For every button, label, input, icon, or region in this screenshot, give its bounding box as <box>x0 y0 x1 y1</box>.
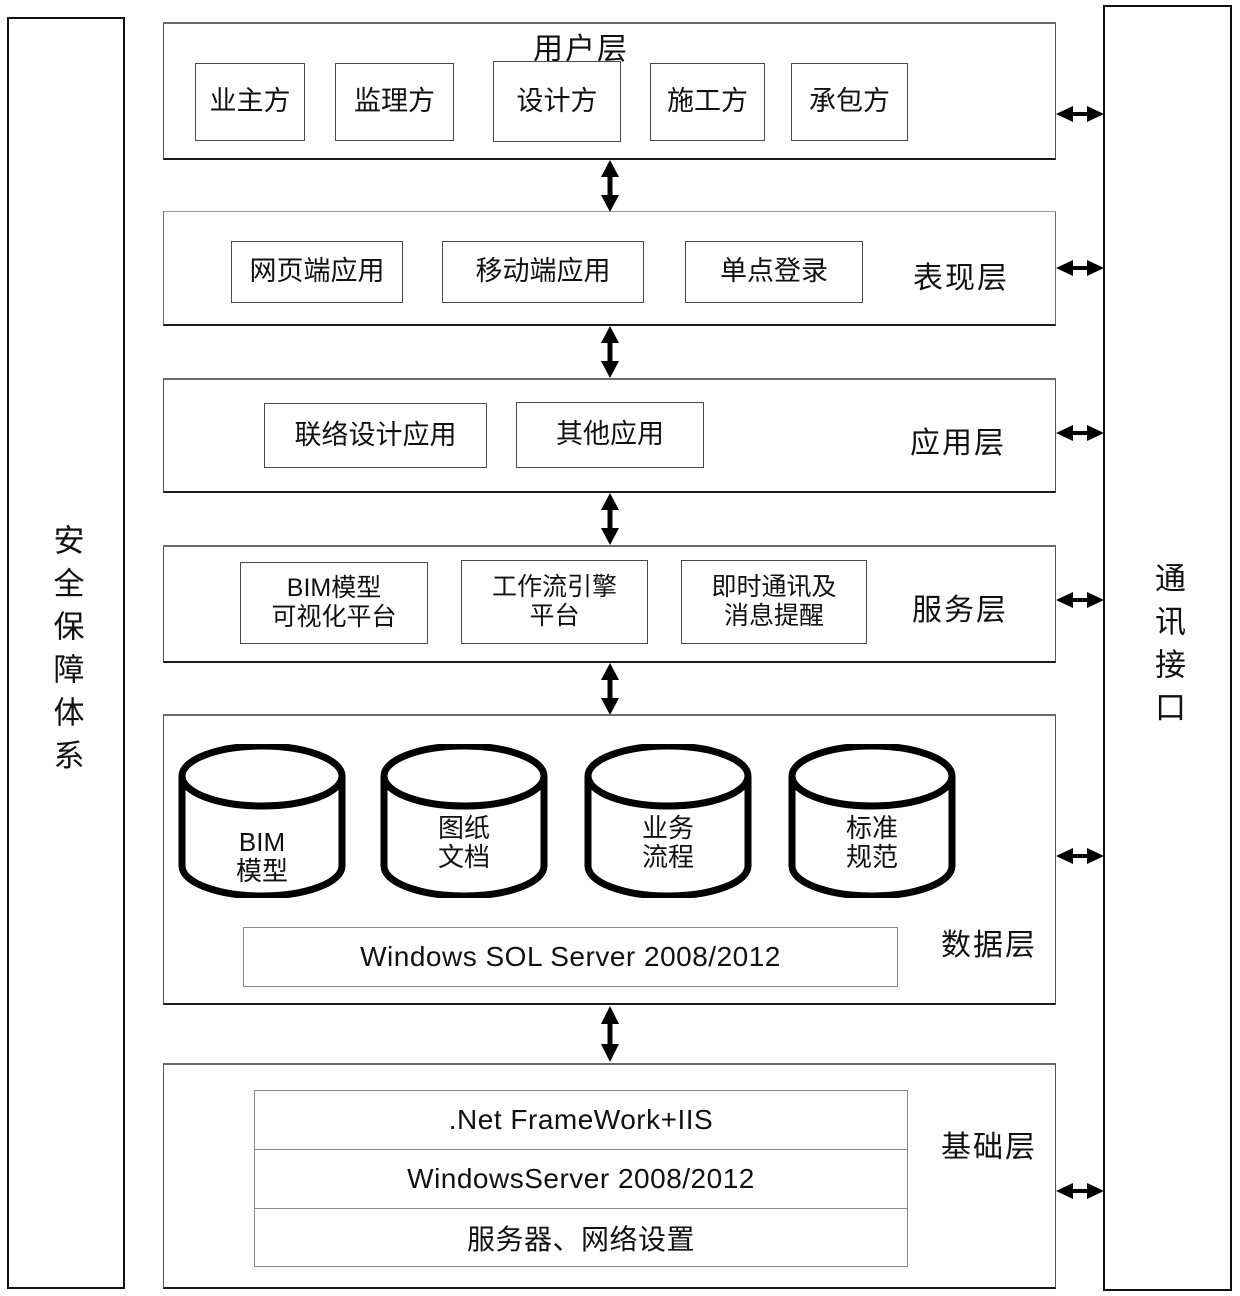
double-headed-horizontal-arrow-user <box>1056 101 1104 127</box>
data-cylinder-standard-specification[interactable]: 标准 规范 <box>786 744 958 898</box>
left-pillar-label: 安全保障体系 <box>48 524 84 782</box>
user-item-constructor[interactable]: 施工方 <box>650 63 765 141</box>
application-item-liaison-design[interactable]: 联络设计应用 <box>264 403 487 468</box>
data-cylinder-bim-model[interactable]: BIM 模型 <box>176 744 348 898</box>
service-item-bim-visualization[interactable]: BIM模型 可视化平台 <box>240 562 428 644</box>
user-item-supervisor[interactable]: 监理方 <box>335 63 454 141</box>
foundation-row-server-network-label: 服务器、网络设置 <box>466 1223 695 1255</box>
double-headed-vertical-arrow-service-data <box>596 663 624 715</box>
presentation-item-mobile-app-label: 移动端应用 <box>475 256 611 287</box>
data-cylinder-business-process[interactable]: 业务 流程 <box>582 744 754 898</box>
data-cylinder-drawing-document[interactable]: 图纸 文档 <box>378 744 550 898</box>
foundation-row-windows-server-label: WindowsServer 2008/2012 <box>407 1163 755 1194</box>
service-item-bim-visualization-label: BIM模型 可视化平台 <box>271 573 397 632</box>
presentation-item-mobile-app[interactable]: 移动端应用 <box>442 241 644 303</box>
double-headed-horizontal-arrow-application <box>1056 420 1104 446</box>
presentation-item-web-app[interactable]: 网页端应用 <box>231 241 403 303</box>
user-item-designer-label: 设计方 <box>516 85 598 116</box>
service-item-instant-messaging[interactable]: 即时通讯及 消息提醒 <box>681 560 867 644</box>
double-headed-horizontal-arrow-presentation <box>1056 255 1104 281</box>
double-headed-vertical-arrow-presentation-application <box>596 326 624 378</box>
left-pillar-security-system: 安全保障体系 <box>7 17 125 1289</box>
layer-foundation-title: 基础层 <box>941 1131 1037 1164</box>
user-item-contractor-label: 承包方 <box>809 86 890 117</box>
presentation-item-sso[interactable]: 单点登录 <box>685 241 863 303</box>
architecture-diagram: 安全保障体系 通讯接口 用户层 业主方 监理方 设计方 施工方 承包方 表现层 … <box>0 0 1240 1296</box>
double-headed-horizontal-arrow-service <box>1056 587 1104 613</box>
user-item-owner-label: 业主方 <box>209 86 291 117</box>
presentation-item-sso-label: 单点登录 <box>720 256 828 287</box>
right-pillar-communication-interface: 通讯接口 <box>1103 5 1232 1291</box>
user-item-constructor-label: 施工方 <box>667 86 748 117</box>
service-item-instant-messaging-label: 即时通讯及 消息提醒 <box>711 572 837 631</box>
foundation-row-server-network[interactable]: 服务器、网络设置 <box>255 1209 907 1266</box>
service-item-workflow-engine-label: 工作流引擎 平台 <box>491 572 617 631</box>
user-item-owner[interactable]: 业主方 <box>195 63 305 141</box>
application-item-liaison-design-label: 联络设计应用 <box>294 419 457 450</box>
double-headed-vertical-arrow-application-service <box>596 493 624 545</box>
foundation-stack: .Net FrameWork+IIS WindowsServer 2008/20… <box>254 1090 908 1267</box>
application-item-other[interactable]: 其他应用 <box>516 402 704 468</box>
layer-application-title: 应用层 <box>910 427 1006 460</box>
user-item-designer[interactable]: 设计方 <box>493 61 621 142</box>
foundation-row-dotnet-label: .Net FrameWork+IIS <box>448 1104 714 1135</box>
double-headed-vertical-arrow-data-foundation <box>596 1006 624 1062</box>
service-item-workflow-engine[interactable]: 工作流引擎 平台 <box>461 560 648 644</box>
foundation-row-dotnet[interactable]: .Net FrameWork+IIS <box>255 1091 907 1150</box>
presentation-item-web-app-label: 网页端应用 <box>249 256 385 287</box>
double-headed-horizontal-arrow-data <box>1056 843 1104 869</box>
application-item-other-label: 其他应用 <box>556 419 664 450</box>
double-headed-vertical-arrow-user-presentation <box>596 160 624 212</box>
user-item-contractor[interactable]: 承包方 <box>791 63 908 141</box>
database-bar[interactable]: Windows SOL Server 2008/2012 <box>243 927 898 987</box>
layer-presentation-title: 表现层 <box>913 262 1009 295</box>
layer-data-title: 数据层 <box>941 929 1037 962</box>
double-headed-horizontal-arrow-foundation <box>1056 1178 1104 1204</box>
foundation-row-windows-server[interactable]: WindowsServer 2008/2012 <box>255 1150 907 1209</box>
user-item-supervisor-label: 监理方 <box>354 86 435 117</box>
right-pillar-label: 通讯接口 <box>1150 562 1185 734</box>
layer-service-title: 服务层 <box>912 594 1008 627</box>
database-bar-label: Windows SOL Server 2008/2012 <box>360 941 781 972</box>
